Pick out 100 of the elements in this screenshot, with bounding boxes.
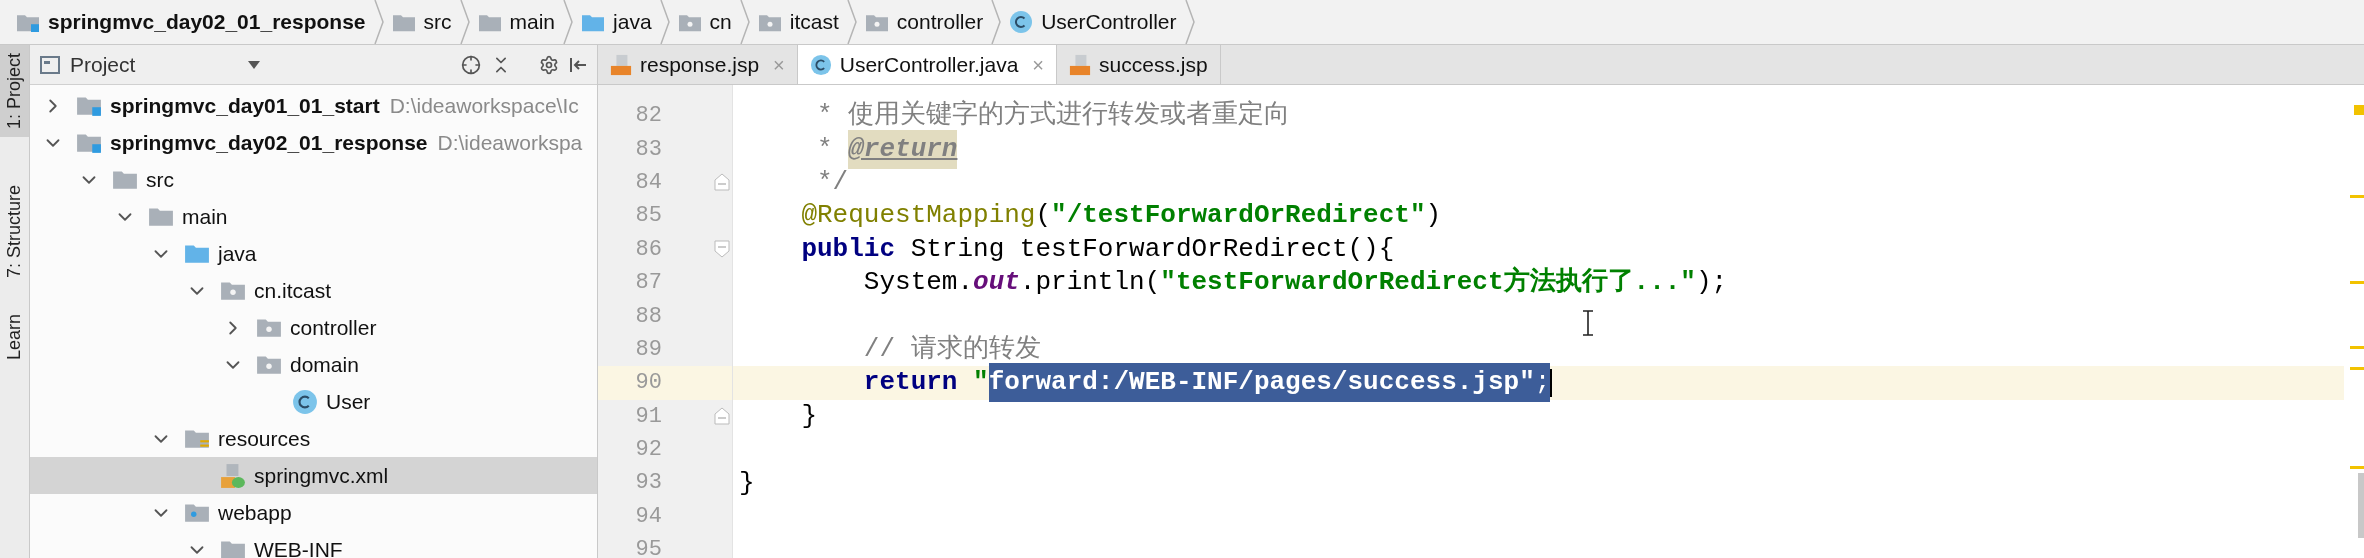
line-number: 85	[634, 202, 662, 231]
code-line: // 请求的转发	[862, 332, 1041, 366]
tool-window-tab[interactable]: 7: Structure	[0, 177, 29, 287]
breadcrumb-separator-icon	[1184, 0, 1195, 44]
line-number: 83	[634, 135, 662, 164]
breadcrumb-item[interactable]: springmvc_day02_01_response	[8, 0, 374, 44]
folder-icon	[184, 427, 210, 450]
jsp-file-icon	[610, 53, 632, 76]
line-number: 93	[634, 469, 662, 498]
code-line: }	[800, 399, 817, 433]
code-line: System.out.println("testForwardOrRedirect方法执行了...");	[862, 265, 1728, 300]
tree-item-label: domain	[290, 351, 359, 378]
project-view-dropdown[interactable]: Project	[70, 48, 260, 81]
tree-item[interactable]: src	[30, 161, 597, 198]
folder-icon	[256, 353, 282, 376]
tree-item-label: springmvc_day02_01_response	[110, 129, 428, 156]
code-line: }	[739, 466, 755, 500]
project-view-icon	[40, 55, 60, 74]
tree-item-label: springmvc.xml	[254, 462, 389, 489]
tree-item[interactable]: springmvc_day02_01_response D:\ideaworkspa	[30, 124, 597, 161]
tree-item-label: src	[146, 166, 174, 193]
breadcrumb-item[interactable]: controller	[856, 0, 992, 44]
tree-item[interactable]: springmvc_day01_01_start D:\ideaworkspace\Ic	[30, 87, 597, 124]
tool-window-tab[interactable]: 1: Project	[0, 45, 29, 138]
fold-marker-icon[interactable]	[714, 240, 730, 259]
code-line: @RequestMapping("/testForwardOrRedirect")	[800, 199, 1442, 233]
tree-item[interactable]: User	[30, 383, 597, 420]
breadcrumb-item[interactable]: src	[383, 0, 460, 44]
code-line: */	[816, 166, 849, 199]
breadcrumb-separator-icon	[991, 0, 1002, 44]
folder-icon	[112, 168, 138, 191]
breadcrumb-item[interactable]: cn	[669, 0, 740, 44]
line-number: 92	[634, 436, 662, 465]
selected-text: forward:/WEB-INF/pages/success.jsp";	[988, 363, 1551, 403]
hide-panel-icon[interactable]	[569, 55, 587, 74]
tree-item[interactable]: WEB-INF	[30, 531, 597, 558]
caret-icon	[248, 60, 260, 69]
tree-item-path: D:\ideaworkspace\Ic	[389, 92, 579, 119]
tree-item-label: controller	[290, 314, 377, 341]
tree-item[interactable]: java	[30, 235, 597, 272]
code-line: return "	[862, 366, 989, 400]
folder-icon	[76, 131, 102, 154]
tree-item-label: main	[182, 203, 228, 230]
folder-icon	[148, 205, 174, 228]
settings-icon[interactable]	[539, 54, 559, 75]
breadcrumb-item[interactable]: java	[573, 0, 660, 44]
line-number: 88	[634, 302, 662, 331]
breadcrumb-separator-icon	[563, 0, 574, 44]
line-number: 91	[634, 402, 662, 431]
tree-item[interactable]: webapp	[30, 494, 597, 531]
tree-item-label: WEB-INF	[254, 536, 343, 558]
tree-item-label: springmvc_day01_01_start	[110, 92, 380, 119]
breadcrumb-separator-icon	[846, 0, 857, 44]
breadcrumb-item[interactable]: itcast	[749, 0, 847, 44]
tree-item[interactable]: resources	[30, 420, 597, 457]
breadcrumb-item[interactable]: UserController	[1001, 0, 1185, 44]
mouse-cursor-icon	[1582, 310, 1594, 336]
code-line: public String testForwardOrRedirect(){	[800, 232, 1395, 266]
jsp-file-icon	[1069, 53, 1092, 76]
line-number: 87	[634, 269, 662, 298]
code-line: * 使用关键字的方式进行转发或者重定向	[816, 99, 1291, 133]
folder-icon	[184, 501, 210, 524]
breadcrumb-separator-icon	[459, 0, 470, 44]
tree-item[interactable]: controller	[30, 309, 597, 346]
xml-file-icon	[220, 462, 246, 489]
tree-item-label: webapp	[218, 499, 292, 526]
fold-marker-icon[interactable]	[714, 407, 730, 426]
line-number: 84	[634, 168, 662, 197]
scrollbar-thumb[interactable]	[2358, 473, 2364, 538]
breadcrumb-item[interactable]: main	[469, 0, 564, 44]
tree-item-label: resources	[218, 425, 311, 452]
breadcrumb-separator-icon	[659, 0, 670, 44]
line-number: 89	[634, 335, 662, 364]
folder-icon	[220, 538, 246, 558]
line-number: 95	[634, 536, 662, 558]
tree-item-label: java	[218, 240, 257, 267]
tree-item[interactable]: main	[30, 198, 597, 235]
class-icon	[1009, 10, 1034, 34]
tree-item-path: D:\ideaworkspa	[437, 129, 583, 156]
folder-icon	[220, 279, 246, 302]
tree-item-label: cn.itcast	[254, 277, 332, 304]
tree-item[interactable]: cn.itcast	[30, 272, 597, 309]
text-caret	[1550, 368, 1553, 397]
folder-icon	[76, 94, 102, 117]
line-number: 94	[634, 502, 662, 531]
line-number: 82	[634, 102, 662, 131]
folder-icon	[256, 316, 282, 339]
editor-tab[interactable]: UserController.java ×	[797, 45, 1058, 84]
tree-item-label: User	[326, 388, 371, 415]
folder-icon	[184, 242, 210, 265]
class-icon	[292, 388, 318, 415]
breadcrumb-separator-icon	[739, 0, 750, 44]
tool-window-tab[interactable]: Learn	[0, 306, 29, 369]
tree-item[interactable]: springmvc.xml	[30, 457, 597, 494]
line-number: 90	[634, 369, 662, 398]
breadcrumb-separator-icon	[373, 0, 384, 44]
line-number: 86	[634, 235, 662, 264]
fold-marker-icon[interactable]	[714, 173, 730, 192]
tree-item[interactable]: domain	[30, 346, 597, 383]
locate-icon[interactable]	[461, 54, 481, 75]
